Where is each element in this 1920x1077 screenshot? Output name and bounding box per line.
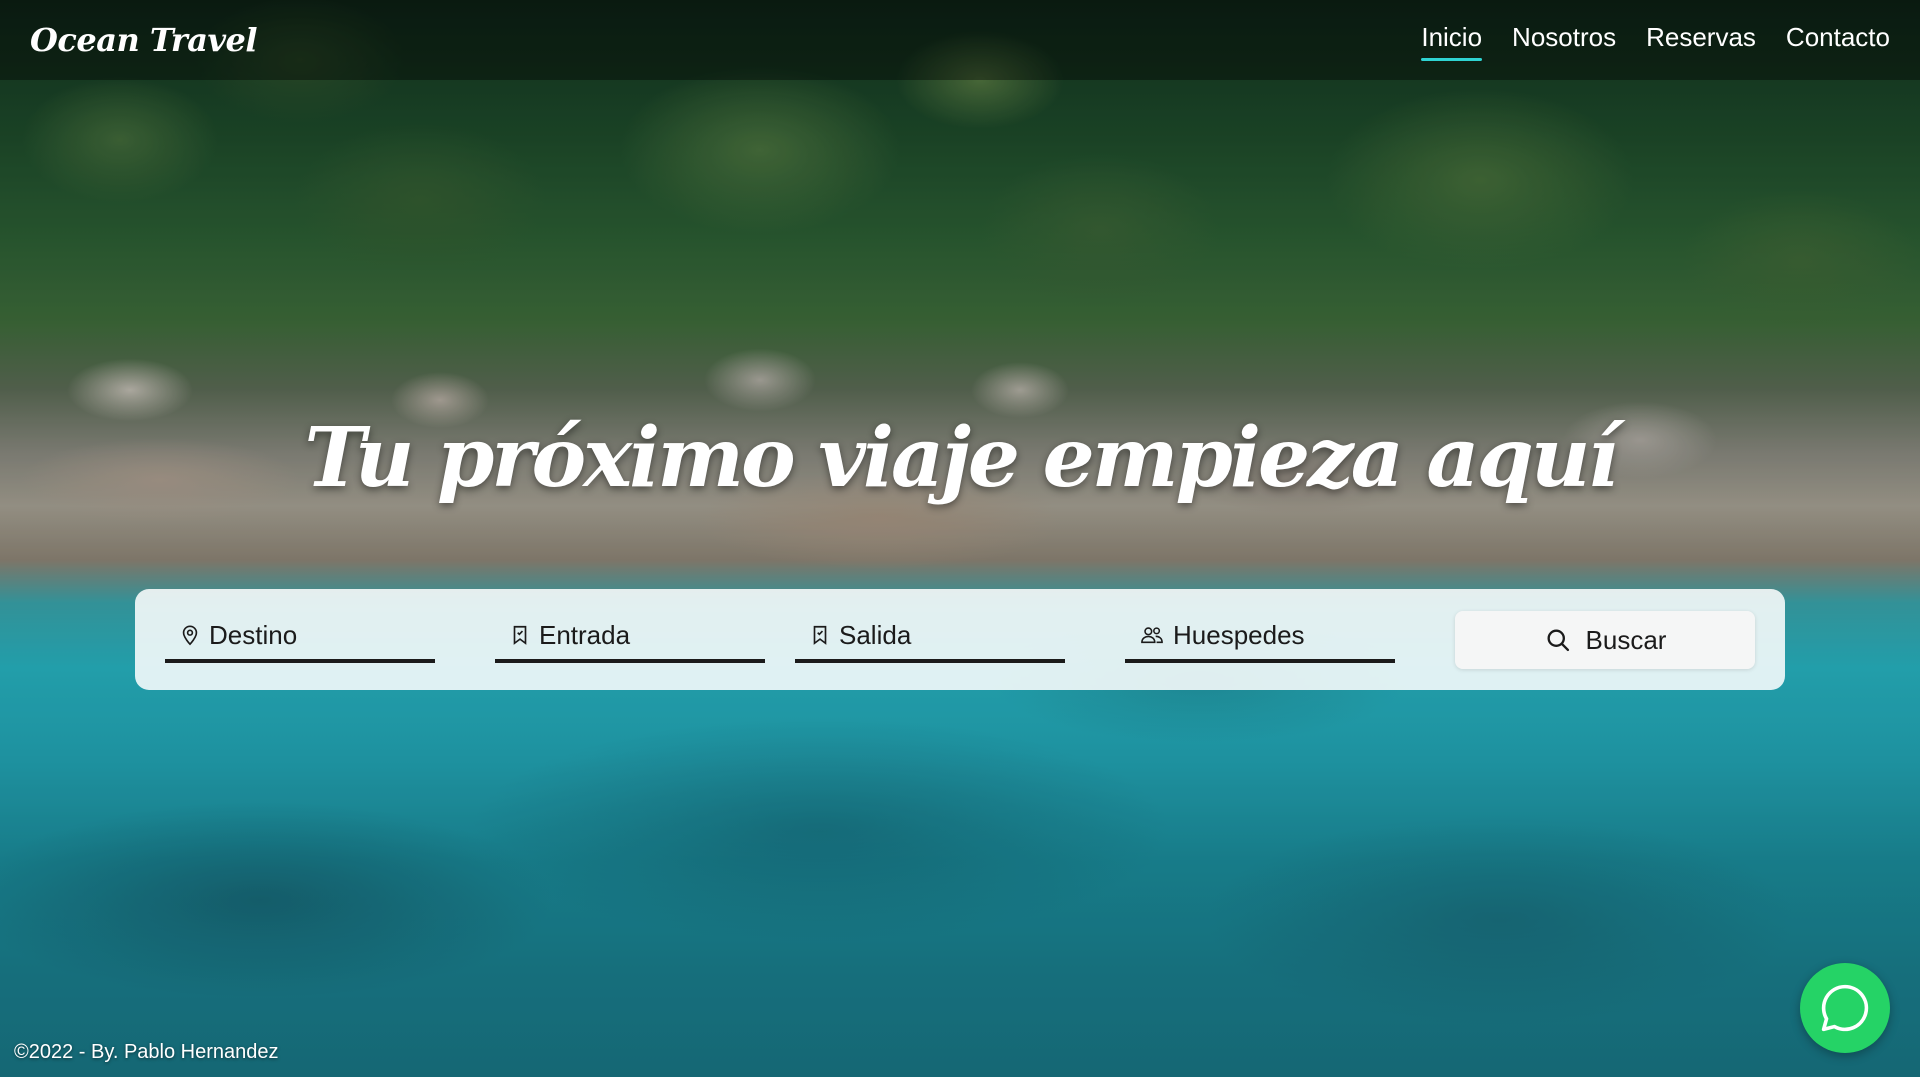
entrada-label: Entrada <box>539 619 631 650</box>
search-bar: Destino Entrada Salida Huespedes Buscar <box>135 589 1785 690</box>
map-pin-icon <box>182 625 198 646</box>
huespedes-field[interactable]: Huespedes <box>1125 611 1395 663</box>
nav-link-inicio[interactable]: Inicio <box>1421 22 1482 61</box>
brand-logo[interactable]: Ocean Travel <box>30 21 258 59</box>
search-button-label: Buscar <box>1585 624 1667 655</box>
entrada-field[interactable]: Entrada <box>495 611 765 663</box>
whatsapp-chat-button[interactable] <box>1800 963 1890 1053</box>
hero-title: Tu próximo viaje empieza aquí <box>304 410 1618 506</box>
bookmark-icon <box>513 625 527 645</box>
main-nav: Inicio Nosotros Reservas Contacto <box>1421 22 1890 61</box>
users-icon <box>1141 627 1163 644</box>
destino-label: Destino <box>209 619 298 650</box>
search-button[interactable]: Buscar <box>1455 611 1755 669</box>
huespedes-label: Huespedes <box>1173 619 1305 650</box>
footer-credit: ©2022 - By. Pablo Hernandez <box>14 1041 279 1063</box>
nav-link-nosotros[interactable]: Nosotros <box>1512 22 1616 59</box>
nav-link-contacto[interactable]: Contacto <box>1786 22 1890 59</box>
bookmark-icon <box>813 625 827 645</box>
whatsapp-icon <box>1821 984 1869 1032</box>
search-icon <box>1547 629 1569 652</box>
background-overlay <box>0 0 1920 1077</box>
top-navbar: Ocean Travel Inicio Nosotros Reservas Co… <box>0 0 1920 80</box>
page: Ocean Travel Inicio Nosotros Reservas Co… <box>0 0 1920 1077</box>
nav-link-reservas[interactable]: Reservas <box>1646 22 1756 59</box>
salida-label: Salida <box>839 619 912 650</box>
destino-field[interactable]: Destino <box>165 611 435 663</box>
salida-field[interactable]: Salida <box>795 611 1065 663</box>
